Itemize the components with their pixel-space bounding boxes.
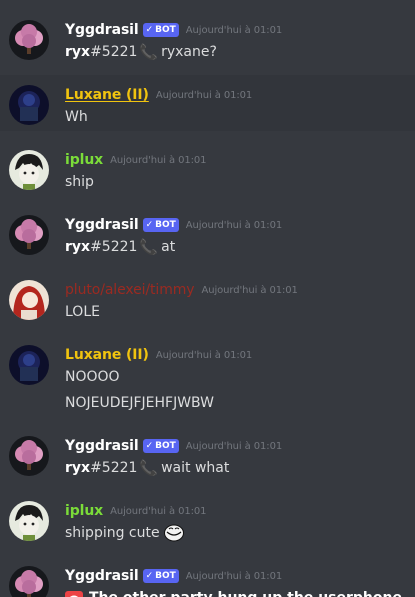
- message-text: Wh: [65, 109, 88, 125]
- check-icon: ✓: [145, 571, 154, 581]
- red-hair-avatar[interactable]: [9, 280, 49, 320]
- bot-badge: ✓ BOT: [142, 439, 179, 453]
- check-icon: ✓: [145, 441, 154, 451]
- phone-icon: 📞: [139, 238, 159, 256]
- message-text: NOJEUDEJFJEHFJWBW: [65, 395, 214, 411]
- author-name[interactable]: iplux: [65, 503, 103, 519]
- bot-badge-label: BOT: [155, 441, 176, 451]
- author-name[interactable]: Luxane (II): [65, 347, 149, 363]
- mention-user: ryx: [65, 460, 91, 476]
- message-text: shipping cute: [65, 525, 160, 541]
- message-content: ryx #5221 📞 ryxane?: [65, 42, 217, 62]
- message-text: NOOOO: [65, 369, 120, 385]
- dark-avatar[interactable]: [9, 345, 49, 385]
- message[interactable]: iplux Aujourd'hui à 01:01 ship: [0, 140, 415, 196]
- author-name[interactable]: iplux: [65, 152, 103, 168]
- timestamp: Aujourd'hui à 01:01: [185, 24, 283, 36]
- message[interactable]: Yggdrasil ✓ BOT Aujourd'hui à 01:01 ryx #5…: [0, 426, 415, 482]
- message[interactable]: Luxane (II) Aujourd'hui à 01:01 Wh: [0, 75, 415, 131]
- message-text: ryxane?: [161, 44, 217, 60]
- timestamp: Aujourd'hui à 01:01: [110, 505, 207, 517]
- timestamp: Aujourd'hui à 01:01: [185, 219, 283, 231]
- discriminator: #5221: [90, 460, 138, 476]
- timestamp: Aujourd'hui à 01:01: [155, 349, 253, 361]
- bot-badge-label: BOT: [155, 220, 176, 230]
- boy-avatar[interactable]: [9, 501, 49, 541]
- message[interactable]: iplux Aujourd'hui à 01:01 shipping cute: [0, 491, 415, 547]
- bot-badge: ✓ BOT: [142, 569, 179, 583]
- discriminator: #5221: [90, 239, 138, 255]
- trollface-emoji[interactable]: [163, 524, 184, 542]
- mention-user: ryx: [65, 239, 91, 255]
- phone-icon: 📞: [139, 459, 159, 477]
- message-content: ryx #5221 📞 wait what: [65, 458, 229, 478]
- message-content: shipping cute: [65, 523, 184, 543]
- message[interactable]: Yggdrasil ✓ BOT Aujourd'hui à 01:01 ryx #5…: [0, 205, 415, 261]
- author-name[interactable]: Yggdrasil: [65, 217, 139, 233]
- bot-badge: ✓ BOT: [142, 218, 179, 232]
- bot-badge-label: BOT: [155, 25, 176, 35]
- message-text: at: [161, 239, 176, 255]
- author-name[interactable]: Yggdrasil: [65, 568, 139, 584]
- timestamp: Aujourd'hui à 01:01: [185, 440, 283, 452]
- message-text: ship: [65, 174, 94, 190]
- tree-avatar[interactable]: [9, 20, 49, 60]
- boy-avatar[interactable]: [9, 150, 49, 190]
- timestamp: Aujourd'hui à 01:01: [201, 284, 298, 296]
- tree-avatar[interactable]: [9, 566, 49, 597]
- phone-icon: 📞: [139, 43, 159, 61]
- bot-badge-label: BOT: [155, 571, 176, 581]
- author-name[interactable]: Yggdrasil: [65, 22, 139, 38]
- timestamp: Aujourd'hui à 01:01: [155, 89, 253, 101]
- discriminator: #5221: [90, 44, 138, 60]
- message-text: The other party hung up the userphone: [89, 588, 402, 597]
- author-name[interactable]: Yggdrasil: [65, 438, 139, 454]
- message[interactable]: Yggdrasil ✓BOT Aujourd'hui à 01:01 The o…: [0, 556, 415, 597]
- tree-avatar[interactable]: [9, 215, 49, 255]
- author-name[interactable]: Luxane (II): [65, 87, 149, 103]
- timestamp: Aujourd'hui à 01:01: [185, 570, 283, 582]
- message-content: ryx #5221 📞 at: [65, 237, 175, 257]
- message-text: LOLE: [65, 304, 100, 320]
- check-icon: ✓: [145, 220, 154, 230]
- dark-avatar[interactable]: [9, 85, 49, 125]
- timestamp: Aujourd'hui à 01:01: [110, 154, 207, 166]
- message[interactable]: pluto/alexei/timmy Aujourd'hui à 01:01 L…: [0, 270, 415, 326]
- message-text: wait what: [161, 460, 230, 476]
- message[interactable]: Yggdrasil ✓ BOT Aujourd'hui à 01:01 ryx #5…: [0, 10, 415, 66]
- check-icon: ✓: [145, 25, 154, 35]
- message-content: The other party hung up the userphone: [65, 588, 402, 597]
- tree-avatar[interactable]: [9, 436, 49, 476]
- bot-badge: ✓ BOT: [142, 23, 179, 37]
- author-name[interactable]: pluto/alexei/timmy: [65, 282, 195, 298]
- mention-user: ryx: [65, 44, 91, 60]
- hangup-phone-icon: [65, 591, 83, 597]
- message[interactable]: Luxane (II) Aujourd'hui à 01:01 NOOOO NO…: [0, 335, 415, 421]
